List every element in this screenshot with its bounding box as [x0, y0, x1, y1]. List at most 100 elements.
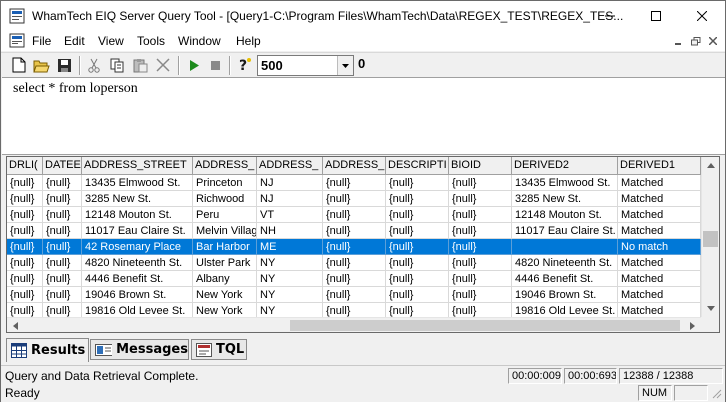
- table-row[interactable]: {null} {null} 4446 Benefit St. Albany NY {nul…: [7, 271, 701, 287]
- table-cell[interactable]: 12148 Mouton St.: [512, 207, 618, 223]
- table-cell[interactable]: Matched: [618, 191, 701, 207]
- table-cell[interactable]: 13435 Elmwood St.: [512, 175, 618, 191]
- table-cell[interactable]: {null}: [386, 255, 449, 271]
- delete-button[interactable]: [154, 56, 172, 74]
- table-cell[interactable]: 4446 Benefit St.: [82, 271, 193, 287]
- table-cell[interactable]: VT: [257, 207, 323, 223]
- table-cell[interactable]: 19046 Brown St.: [82, 287, 193, 303]
- horizontal-scroll-thumb[interactable]: [290, 320, 680, 331]
- table-cell[interactable]: 19046 Brown St.: [512, 287, 618, 303]
- run-button[interactable]: [185, 56, 203, 74]
- minimize-button[interactable]: [587, 1, 633, 31]
- new-button[interactable]: [10, 56, 28, 74]
- table-cell[interactable]: {null}: [323, 239, 386, 255]
- table-cell[interactable]: {null}: [7, 271, 43, 287]
- mdi-close-button[interactable]: [706, 35, 720, 47]
- results-grid[interactable]: DRLI(DATEE ADDRESS_STREET ADDRESS_ ADDRESS_…: [6, 156, 720, 333]
- table-cell[interactable]: {null}: [323, 255, 386, 271]
- table-row[interactable]: {null} {null} 3285 New St. Richwood NJ {null}…: [7, 191, 701, 207]
- table-cell[interactable]: {null}: [7, 191, 43, 207]
- table-cell[interactable]: Bar Harbor: [193, 239, 257, 255]
- table-cell[interactable]: Matched: [618, 287, 701, 303]
- menu-tools[interactable]: Tools: [137, 34, 165, 48]
- table-row[interactable]: {null} {null} 12148 Mouton St. Peru VT {null}…: [7, 207, 701, 223]
- table-cell[interactable]: NY: [257, 287, 323, 303]
- table-cell[interactable]: 13435 Elmwood St.: [82, 175, 193, 191]
- table-cell[interactable]: {null}: [7, 239, 43, 255]
- table-cell[interactable]: NJ: [257, 175, 323, 191]
- stop-button[interactable]: [206, 56, 224, 74]
- table-cell[interactable]: {null}: [43, 287, 82, 303]
- table-cell[interactable]: 11017 Eau Claire St.: [512, 223, 618, 239]
- table-cell[interactable]: {null}: [323, 271, 386, 287]
- table-cell[interactable]: Peru: [193, 207, 257, 223]
- app-icon[interactable]: [9, 8, 25, 24]
- tab-messages[interactable]: Messages: [90, 339, 189, 360]
- column-header[interactable]: DERIVED1: [618, 157, 701, 175]
- row-limit-combobox[interactable]: 500: [257, 55, 354, 76]
- column-header[interactable]: DERIVED2: [512, 157, 618, 175]
- table-cell[interactable]: {null}: [7, 207, 43, 223]
- cut-button[interactable]: [85, 56, 103, 74]
- table-cell[interactable]: {null}: [386, 239, 449, 255]
- table-cell[interactable]: {null}: [43, 271, 82, 287]
- scroll-up-button[interactable]: [702, 157, 719, 174]
- table-cell[interactable]: Ulster Park: [193, 255, 257, 271]
- table-cell[interactable]: Melvin Villag: [193, 223, 257, 239]
- table-cell[interactable]: 4446 Benefit St.: [512, 271, 618, 287]
- copy-button[interactable]: [108, 56, 126, 74]
- table-cell[interactable]: Matched: [618, 255, 701, 271]
- maximize-button[interactable]: [633, 1, 679, 31]
- table-cell[interactable]: {null}: [386, 175, 449, 191]
- table-cell[interactable]: 3285 New St.: [512, 191, 618, 207]
- table-cell[interactable]: {null}: [449, 207, 512, 223]
- scroll-left-button[interactable]: [7, 318, 24, 332]
- table-cell[interactable]: {null}: [323, 207, 386, 223]
- close-button[interactable]: [679, 1, 725, 31]
- save-button[interactable]: [55, 56, 73, 74]
- table-cell[interactable]: 4820 Nineteenth St.: [512, 255, 618, 271]
- query-editor[interactable]: select * from loperson: [2, 77, 725, 155]
- table-cell[interactable]: ME: [257, 239, 323, 255]
- table-cell[interactable]: Albany: [193, 271, 257, 287]
- column-header[interactable]: DATEE: [43, 157, 82, 175]
- table-cell[interactable]: NH: [257, 223, 323, 239]
- table-cell[interactable]: {null}: [323, 223, 386, 239]
- table-cell[interactable]: {null}: [43, 255, 82, 271]
- table-cell[interactable]: {null}: [449, 287, 512, 303]
- table-cell[interactable]: {null}: [43, 239, 82, 255]
- column-header[interactable]: BIOID: [449, 157, 512, 175]
- menu-window[interactable]: Window: [178, 34, 221, 48]
- table-cell[interactable]: {null}: [386, 271, 449, 287]
- table-cell[interactable]: Matched: [618, 207, 701, 223]
- dropdown-button[interactable]: [337, 56, 353, 75]
- column-header[interactable]: DESCRIPTI: [386, 157, 449, 175]
- table-cell[interactable]: {null}: [386, 287, 449, 303]
- table-cell[interactable]: Richwood: [193, 191, 257, 207]
- table-row[interactable]: {null} {null} 11017 Eau Claire St. Melvin V…: [7, 223, 701, 239]
- scroll-right-button[interactable]: [684, 318, 701, 332]
- table-cell[interactable]: {null}: [449, 271, 512, 287]
- table-cell[interactable]: No match: [618, 239, 701, 255]
- table-row[interactable]: {null} {null} 4820 Nineteenth St. Ulster Pa…: [7, 255, 701, 271]
- menu-help[interactable]: Help: [236, 34, 261, 48]
- table-cell[interactable]: 12148 Mouton St.: [82, 207, 193, 223]
- table-cell[interactable]: New York: [193, 287, 257, 303]
- horizontal-scrollbar[interactable]: [7, 317, 701, 332]
- table-cell[interactable]: {null}: [43, 207, 82, 223]
- scroll-down-button[interactable]: [702, 300, 719, 317]
- table-cell[interactable]: {null}: [7, 223, 43, 239]
- table-cell[interactable]: 4820 Nineteenth St.: [82, 255, 193, 271]
- paste-button[interactable]: [131, 56, 149, 74]
- table-cell[interactable]: Matched: [618, 223, 701, 239]
- table-cell[interactable]: {null}: [43, 175, 82, 191]
- table-row[interactable]: {null} {null} 19046 Brown St. New York NY {nu…: [7, 287, 701, 303]
- table-cell[interactable]: {null}: [449, 175, 512, 191]
- menu-edit[interactable]: Edit: [64, 34, 85, 48]
- query-text[interactable]: select * from loperson: [13, 81, 138, 97]
- document-icon[interactable]: [9, 33, 25, 49]
- table-cell[interactable]: {null}: [449, 223, 512, 239]
- table-cell[interactable]: {null}: [43, 191, 82, 207]
- table-cell[interactable]: NY: [257, 271, 323, 287]
- column-header[interactable]: ADDRESS_STREET: [82, 157, 193, 175]
